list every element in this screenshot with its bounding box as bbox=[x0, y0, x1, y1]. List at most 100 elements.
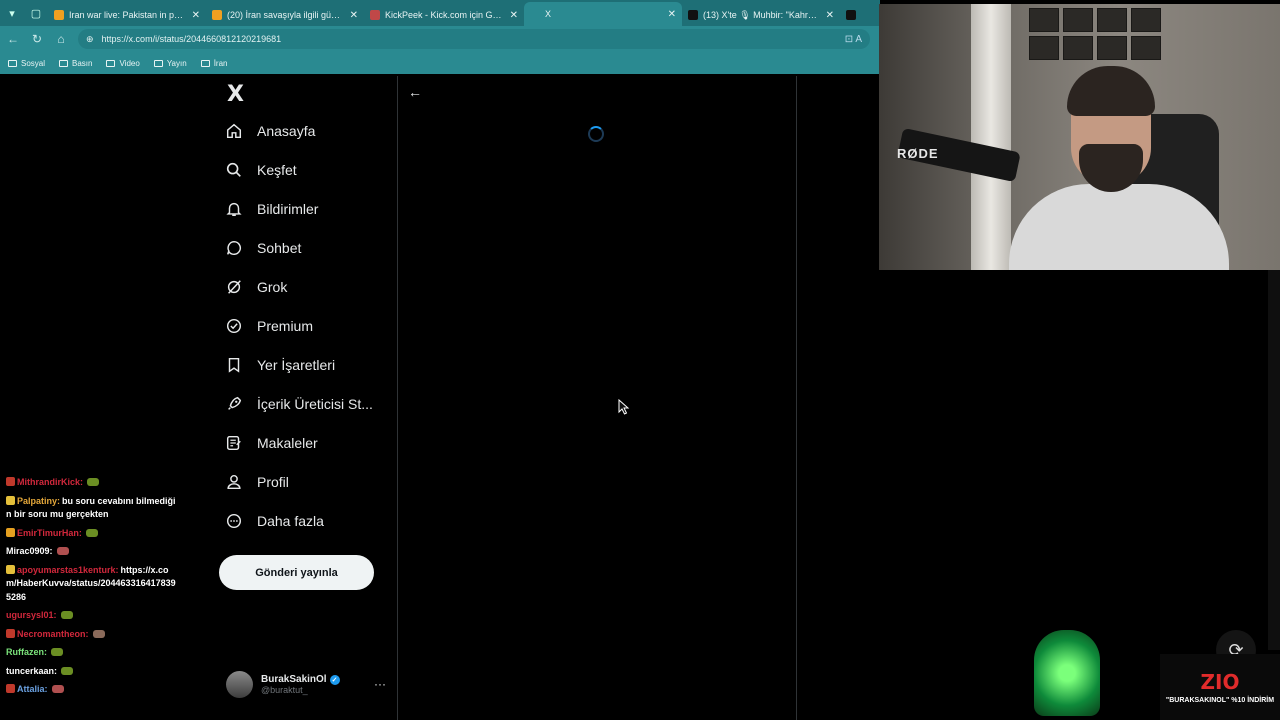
x-logo-icon[interactable]: X bbox=[227, 82, 244, 107]
chat-username[interactable]: tuncerkaan: bbox=[6, 666, 57, 676]
chat-emote-icon bbox=[87, 478, 100, 486]
workspaces-button[interactable]: ▢ bbox=[24, 0, 48, 26]
account-name: BurakSakinOl bbox=[261, 674, 327, 685]
chat-emote-icon bbox=[85, 528, 98, 537]
profile-icon bbox=[225, 473, 243, 491]
sponsor-promo: ZIO "BURAKSAKINOL" %10 İNDİRİM bbox=[1160, 654, 1280, 720]
sidebar-item-profile[interactable]: Profil bbox=[225, 473, 289, 491]
tab-close-icon[interactable]: ✕ bbox=[510, 10, 518, 21]
chat-emote-icon bbox=[56, 547, 69, 555]
reader-mode-icon[interactable]: ⊡ A bbox=[845, 34, 862, 45]
wall-frame bbox=[1097, 8, 1127, 32]
bookmark-folder[interactable]: Basın bbox=[59, 59, 92, 68]
sidebar-item-search[interactable]: Keşfet bbox=[225, 161, 297, 179]
search-icon bbox=[225, 161, 243, 179]
sidebar-item-label: Profil bbox=[257, 474, 289, 490]
chat-username[interactable]: apoyumarstas1kenturk: bbox=[17, 565, 119, 575]
bookmark-folder[interactable]: İran bbox=[200, 59, 227, 68]
sidebar-item-bookmark[interactable]: Yer İşaretleri bbox=[225, 356, 335, 374]
verified-badge-icon: ✓ bbox=[329, 674, 340, 685]
softbox-light bbox=[971, 4, 1011, 270]
chat-username[interactable]: Palpatiny: bbox=[17, 496, 60, 506]
sidebar-item-label: Yer İşaretleri bbox=[257, 357, 336, 373]
chat-emote-icon bbox=[51, 685, 64, 693]
webcam-overlay: RØDE bbox=[879, 4, 1280, 270]
tab-title: (20) İran savaşıyla ilgili güncelleme bbox=[227, 10, 345, 20]
browser-tab[interactable]: Iran war live: Pakistan in push for ✕ bbox=[48, 4, 206, 26]
stream-chat: MithrandirKick: Palpatiny: bu soru cevabın… bbox=[6, 476, 176, 702]
chat-username[interactable]: EmirTimurHan: bbox=[17, 528, 82, 538]
chat-message: MithrandirKick: bbox=[6, 476, 176, 490]
tab-close-icon[interactable]: ✕ bbox=[192, 10, 200, 21]
sidebar-item-rocket[interactable]: İçerik Üreticisi St... bbox=[225, 395, 373, 413]
chat-message: Necromantheon: bbox=[6, 628, 176, 642]
sidebar-item-bell[interactable]: Bildirimler bbox=[225, 200, 318, 218]
wall-frame bbox=[1029, 36, 1059, 60]
tab-favicon-icon bbox=[54, 10, 64, 20]
sidebar-item-chat[interactable]: Sohbet bbox=[225, 239, 301, 257]
chat-username[interactable]: Necromantheon: bbox=[17, 629, 89, 639]
site-info-icon[interactable]: ⊕ bbox=[86, 34, 94, 45]
avatar bbox=[226, 671, 253, 698]
wall-frame bbox=[1097, 36, 1127, 60]
chat-username[interactable]: Mirac0909: bbox=[6, 546, 53, 556]
folder-icon bbox=[8, 59, 17, 67]
chat-message: Mirac0909: bbox=[6, 545, 176, 559]
tab-favicon-icon bbox=[530, 9, 540, 19]
browser-tab[interactable]: (13 bbox=[840, 4, 864, 26]
chat-message: ugursysl01: bbox=[6, 609, 176, 623]
back-button[interactable]: ← bbox=[408, 84, 422, 100]
column-divider bbox=[796, 76, 797, 720]
bookmark-label: Yayın bbox=[166, 58, 187, 68]
sidebar-item-label: Daha fazla bbox=[257, 513, 324, 529]
url-field[interactable]: ⊕ https://x.com/i/status/204466081212021… bbox=[78, 29, 870, 49]
home-nav-icon[interactable]: ⌂ bbox=[54, 32, 68, 46]
chat-message: Ruffazen: bbox=[6, 646, 176, 660]
scrollbar[interactable] bbox=[1268, 270, 1280, 650]
premium-icon bbox=[225, 317, 243, 335]
tab-list-button[interactable]: ▾ bbox=[0, 0, 24, 26]
sidebar-item-home[interactable]: Anasayfa bbox=[225, 122, 315, 140]
folder-icon bbox=[59, 59, 69, 67]
tab-close-icon[interactable]: ✕ bbox=[350, 10, 358, 21]
back-nav-icon[interactable]: ← bbox=[6, 32, 20, 46]
chat-username[interactable]: ugursysl01: bbox=[6, 610, 57, 620]
grok-icon bbox=[225, 278, 243, 296]
home-icon bbox=[225, 122, 243, 140]
chat-username[interactable]: Ruffazen: bbox=[6, 647, 47, 657]
loading-spinner-icon bbox=[588, 126, 604, 142]
sidebar-item-grok[interactable]: Grok bbox=[225, 278, 287, 296]
chat-username[interactable]: MithrandirKick: bbox=[17, 477, 83, 487]
account-switcher[interactable]: BurakSakinOl ✓ @buraktut_ ··· bbox=[226, 671, 386, 698]
browser-tab[interactable]: X ✕ bbox=[524, 2, 682, 26]
sidebar-item-premium[interactable]: Premium bbox=[225, 317, 313, 335]
chat-badge-icon bbox=[6, 628, 15, 638]
account-name-row: BurakSakinOl ✓ bbox=[261, 674, 340, 685]
bookmark-folder[interactable]: Sosyal bbox=[8, 59, 45, 68]
chat-message: EmirTimurHan: bbox=[6, 527, 176, 541]
tab-favicon-icon bbox=[846, 10, 856, 20]
tab-favicon-icon bbox=[370, 10, 380, 20]
bookmark-folder[interactable]: Video bbox=[106, 58, 140, 68]
browser-tab[interactable]: (20) İran savaşıyla ilgili güncelleme ✕ bbox=[206, 4, 364, 26]
tab-close-icon[interactable]: ✕ bbox=[668, 9, 676, 20]
bookmark-label: Video bbox=[119, 58, 140, 68]
post-button[interactable]: Gönderi yayınla bbox=[219, 555, 374, 590]
sidebar-item-article[interactable]: Makaleler bbox=[225, 434, 318, 452]
bookmark-folder[interactable]: Yayın bbox=[153, 58, 187, 68]
more-options-icon[interactable]: ··· bbox=[374, 677, 386, 691]
sidebar-item-label: Keşfet bbox=[257, 162, 297, 178]
tab-close-icon[interactable]: ✕ bbox=[826, 10, 834, 21]
folder-icon bbox=[106, 59, 116, 67]
mouse-cursor-icon bbox=[618, 399, 630, 415]
browser-tab[interactable]: KickPeek - Kick.com için Gerçek Za ✕ bbox=[364, 4, 524, 26]
sidebar-item-more[interactable]: Daha fazla bbox=[225, 512, 324, 530]
tab-favicon-icon bbox=[688, 10, 698, 20]
sidebar-item-label: İçerik Üreticisi St... bbox=[257, 396, 373, 412]
browser-tab[interactable]: (13) X'te 🎙 Muhbir: "Kahramanm ✕ bbox=[682, 4, 840, 26]
tab-title: (13) X'te 🎙 Muhbir: "Kahramanm bbox=[703, 9, 821, 20]
chat-message: Attalia: bbox=[6, 683, 176, 697]
chat-username[interactable]: Attalia: bbox=[17, 684, 48, 694]
reload-icon[interactable]: ↻ bbox=[30, 32, 44, 46]
bookmark-icon bbox=[225, 356, 243, 374]
